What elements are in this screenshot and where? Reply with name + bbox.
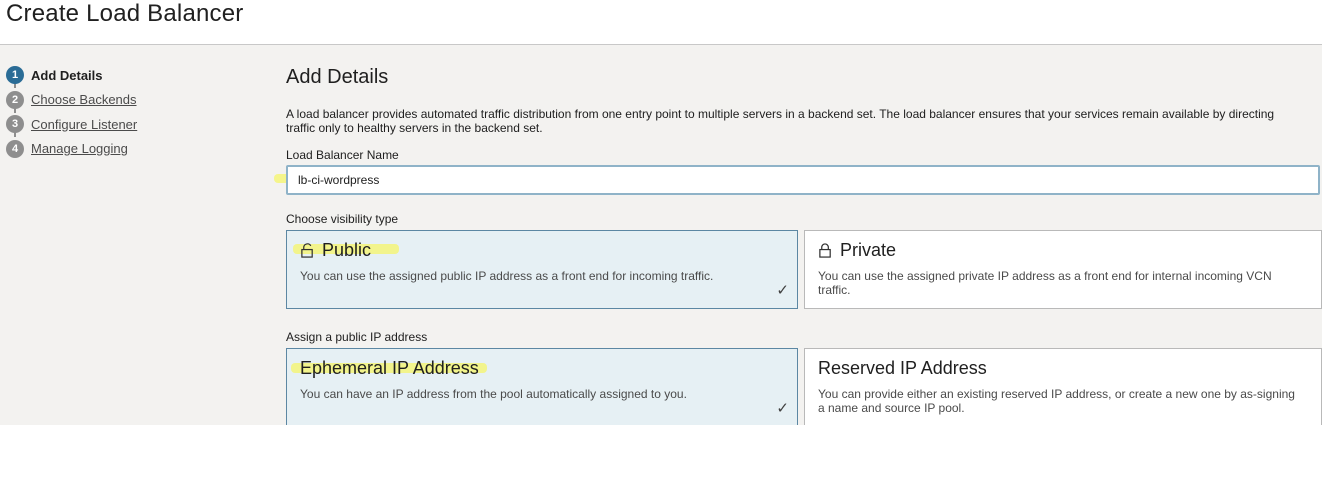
step-add-details: 1 Add Details — [6, 63, 266, 88]
wizard-content: 1 Add Details 2 Choose Backends 3 Config… — [0, 45, 1322, 425]
option-title-text: Private — [840, 240, 897, 260]
visibility-label: Choose visibility type — [286, 212, 399, 226]
step-number: 3 — [6, 115, 24, 134]
load-balancer-name-input[interactable] — [286, 165, 1320, 195]
step-choose-backends[interactable]: 2 Choose Backends — [6, 88, 266, 113]
option-description: You can have an IP address from the pool… — [300, 387, 687, 401]
step-link[interactable]: Configure Listener — [31, 117, 137, 132]
ip-option-ephemeral[interactable]: Ephemeral IP Address You can have an IP … — [286, 348, 798, 425]
step-number: 2 — [6, 90, 24, 109]
step-number: 1 — [6, 66, 24, 85]
check-icon: ✓ — [776, 282, 789, 299]
option-description: You can use the assigned private IP addr… — [818, 269, 1272, 297]
lock-icon — [819, 243, 831, 258]
check-icon: ✓ — [776, 400, 789, 417]
option-description: You can use the assigned public IP addre… — [300, 269, 714, 283]
option-title: Ephemeral IP Address — [300, 358, 479, 378]
section-title: Add Details — [286, 66, 389, 88]
option-title-text: Public — [322, 240, 372, 260]
step-label: Add Details — [31, 67, 103, 83]
step-configure-listener[interactable]: 3 Configure Listener — [6, 112, 266, 137]
option-title: Reserved IP Address — [818, 358, 987, 378]
visibility-option-private[interactable]: Private You can use the assigned private… — [804, 230, 1322, 309]
lock-open-icon — [301, 243, 313, 258]
ip-address-label: Assign a public IP address — [286, 330, 428, 344]
page-title: Create Load Balancer — [6, 0, 244, 27]
step-link[interactable]: Choose Backends — [31, 92, 137, 107]
option-title: Public — [300, 240, 371, 261]
visibility-option-public[interactable]: Public You can use the assigned public I… — [286, 230, 798, 309]
option-title: Private — [818, 240, 896, 261]
section-intro: A load balancer provides automated traff… — [286, 107, 1275, 135]
ip-option-reserved[interactable]: Reserved IP Address You can provide eith… — [804, 348, 1322, 425]
step-number: 4 — [6, 139, 24, 158]
option-description: You can provide either an existing reser… — [818, 387, 1295, 415]
name-field-label: Load Balancer Name — [286, 148, 399, 162]
step-link[interactable]: Manage Logging — [31, 141, 128, 156]
wizard-steps: 1 Add Details 2 Choose Backends 3 Config… — [6, 63, 266, 161]
step-manage-logging[interactable]: 4 Manage Logging — [6, 137, 266, 162]
